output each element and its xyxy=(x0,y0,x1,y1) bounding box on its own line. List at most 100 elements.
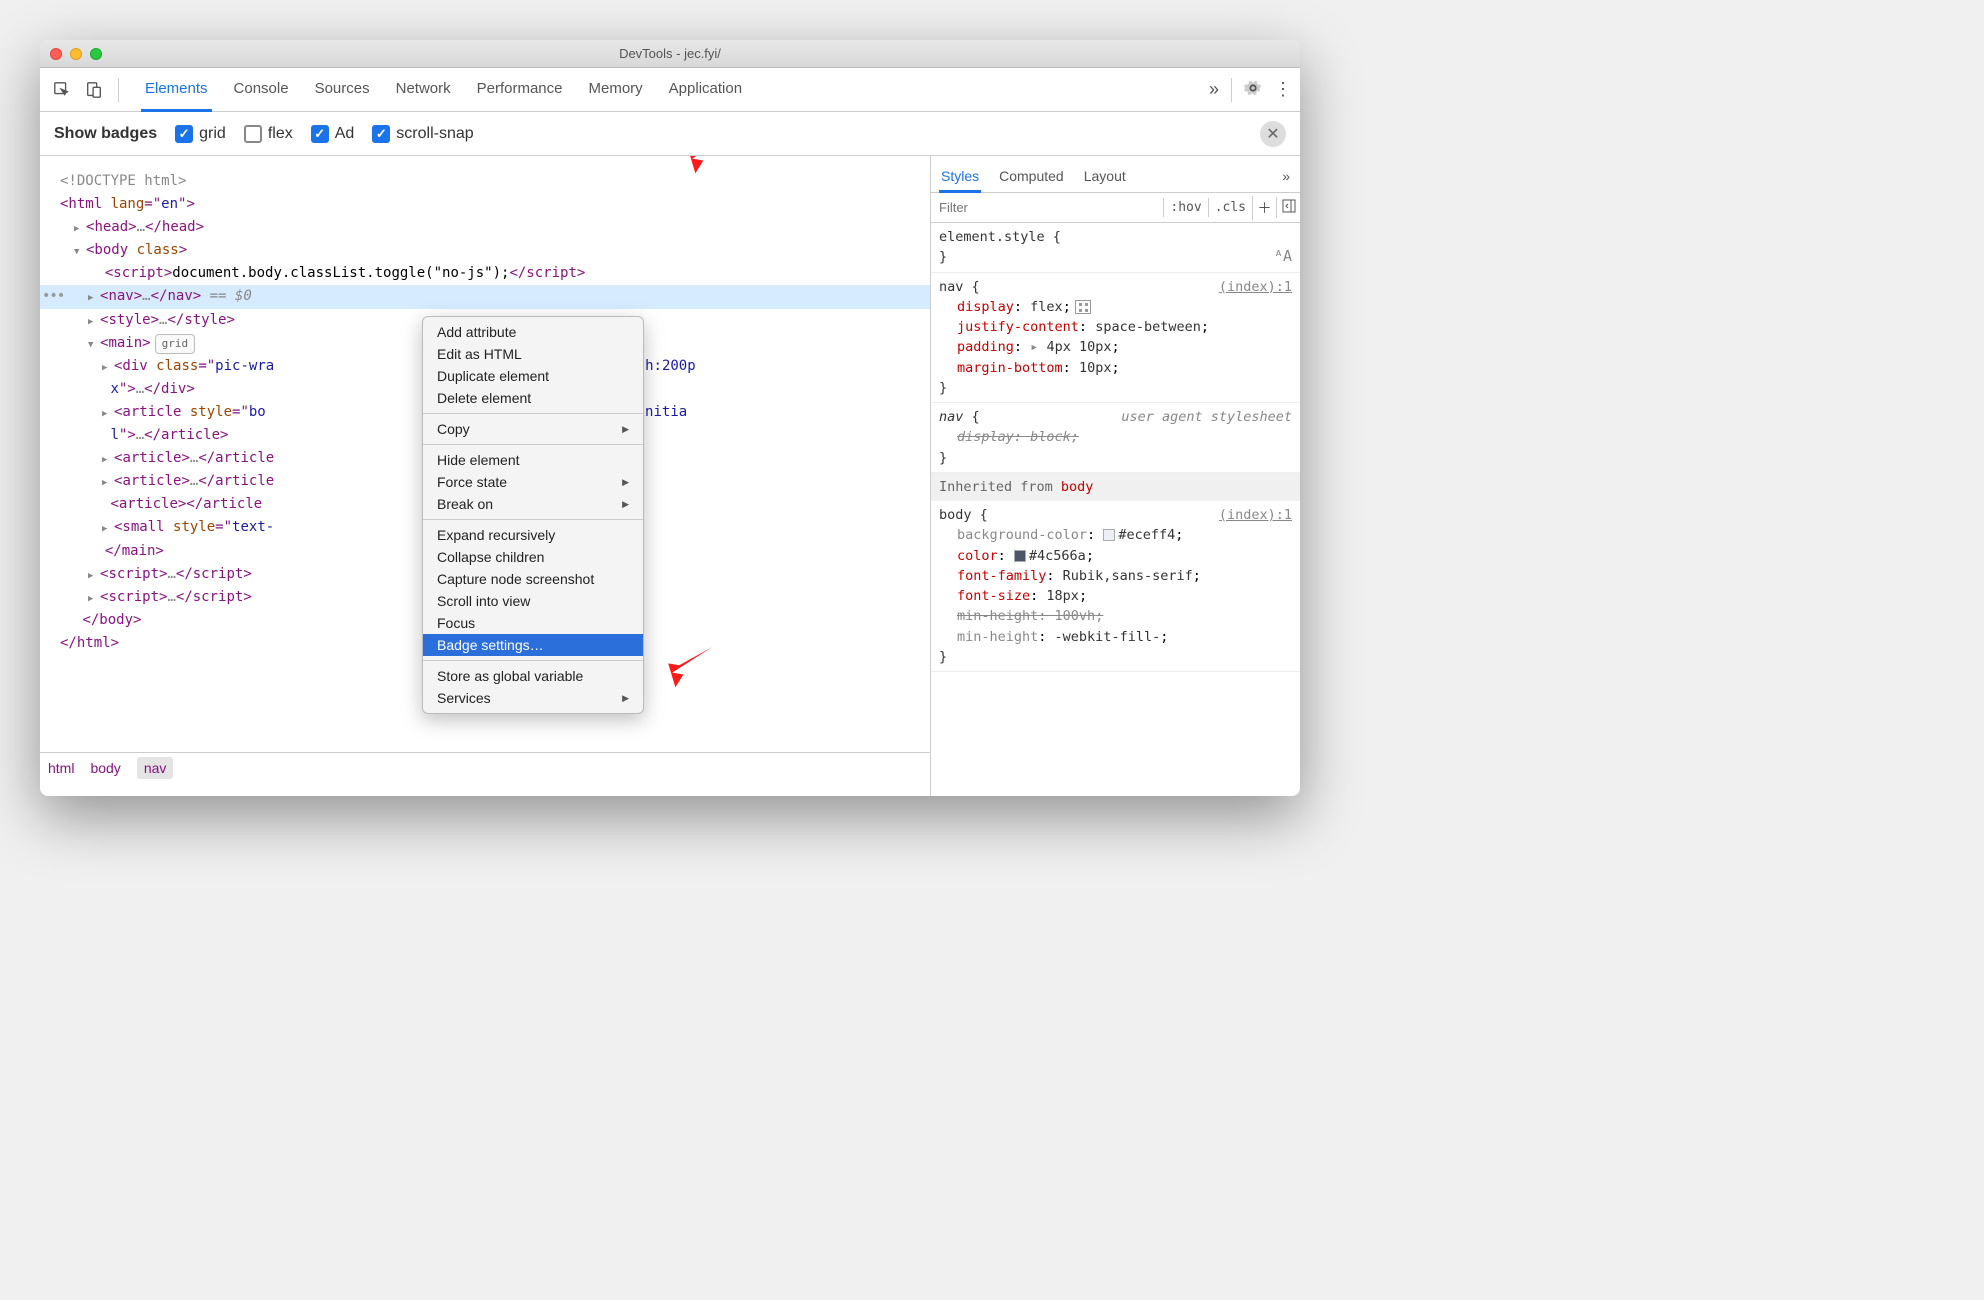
head-node[interactable]: <head>…</head> xyxy=(46,216,924,239)
styles-body[interactable]: element.style {ᴬA}(index):1nav {display:… xyxy=(931,223,1300,796)
script-node[interactable]: <script>document.body.classList.toggle("… xyxy=(46,262,924,285)
css-declaration[interactable]: display: block; xyxy=(939,427,1292,447)
menu-item-collapse-children[interactable]: Collapse children xyxy=(423,546,643,568)
css-rule[interactable]: (index):1nav {display: flex;justify-cont… xyxy=(931,273,1300,404)
badge-checkbox-scroll-snap[interactable]: scroll-snap xyxy=(372,125,473,143)
flex-editor-icon[interactable] xyxy=(1075,300,1091,314)
styles-tab-computed[interactable]: Computed xyxy=(997,162,1066,192)
styles-filter-input[interactable] xyxy=(931,196,1163,219)
menu-item-services[interactable]: Services xyxy=(423,687,643,709)
more-tabs-icon[interactable]: » xyxy=(1209,79,1219,100)
rule-source-link[interactable]: (index):1 xyxy=(1219,277,1292,297)
css-declaration[interactable]: padding: ▸ 4px 10px; xyxy=(939,337,1292,357)
hov-toggle[interactable]: :hov xyxy=(1163,198,1207,217)
menu-item-badge-settings[interactable]: Badge settings… xyxy=(423,634,643,656)
main-tabs: Elements Console Sources Network Performance… xyxy=(141,68,1205,111)
menu-separator xyxy=(423,444,643,445)
cls-toggle[interactable]: .cls xyxy=(1208,198,1252,217)
checkbox-icon[interactable] xyxy=(311,125,329,143)
elements-pane: <!DOCTYPE html> <html lang="en"> <head>…… xyxy=(40,156,930,796)
context-menu: Add attributeEdit as HTMLDuplicate eleme… xyxy=(422,316,644,714)
styles-tabs: Styles Computed Layout » xyxy=(931,156,1300,193)
css-declaration[interactable]: background-color: #eceff4; xyxy=(939,525,1292,545)
breadcrumb: html body nav xyxy=(40,752,930,782)
menu-item-scroll-into-view[interactable]: Scroll into view xyxy=(423,590,643,612)
gear-icon[interactable] xyxy=(1244,79,1262,100)
doctype: <!DOCTYPE html> xyxy=(60,173,186,189)
kebab-menu-icon[interactable]: ⋮ xyxy=(1274,79,1292,100)
menu-item-add-attribute[interactable]: Add attribute xyxy=(423,321,643,343)
device-toggle-icon[interactable] xyxy=(80,76,108,104)
css-declaration[interactable]: display: flex; xyxy=(939,297,1292,317)
menu-separator xyxy=(423,519,643,520)
inherited-header: Inherited from body xyxy=(931,473,1300,501)
menu-item-delete-element[interactable]: Delete element xyxy=(423,387,643,409)
menu-item-edit-as-html[interactable]: Edit as HTML xyxy=(423,343,643,365)
tab-application[interactable]: Application xyxy=(665,68,746,111)
element-style-rule[interactable]: element.style {ᴬA} xyxy=(931,223,1300,273)
menu-item-duplicate-element[interactable]: Duplicate element xyxy=(423,365,643,387)
menu-item-break-on[interactable]: Break on xyxy=(423,493,643,515)
color-swatch[interactable] xyxy=(1103,529,1115,541)
checkbox-icon[interactable] xyxy=(372,125,390,143)
css-declaration[interactable]: color: #4c566a; xyxy=(939,546,1292,566)
css-declaration[interactable]: font-family: Rubik,sans-serif; xyxy=(939,566,1292,586)
body-open[interactable]: <body class> xyxy=(46,239,924,262)
main-split: <!DOCTYPE html> <html lang="en"> <head>…… xyxy=(40,156,1300,796)
styles-tab-styles[interactable]: Styles xyxy=(939,162,981,193)
menu-item-capture-node-screenshot[interactable]: Capture node screenshot xyxy=(423,568,643,590)
tab-performance[interactable]: Performance xyxy=(473,68,567,111)
badge-settings-bar: Show badges grid flex Ad scroll-snap ✕ xyxy=(40,112,1300,156)
css-declaration[interactable]: margin-bottom: 10px; xyxy=(939,358,1292,378)
tab-elements[interactable]: Elements xyxy=(141,68,212,112)
menu-item-force-state[interactable]: Force state xyxy=(423,471,643,493)
menu-item-store-as-global-variable[interactable]: Store as global variable xyxy=(423,665,643,687)
new-style-rule-button[interactable]: ＋ xyxy=(1252,196,1276,220)
badge-checkbox-flex[interactable]: flex xyxy=(244,125,293,143)
styles-tab-layout[interactable]: Layout xyxy=(1082,162,1128,192)
css-rule[interactable]: user agent stylesheetnav {display: block… xyxy=(931,403,1300,473)
menu-item-focus[interactable]: Focus xyxy=(423,612,643,634)
breadcrumb-nav[interactable]: nav xyxy=(137,757,174,779)
main-toolbar: Elements Console Sources Network Performance… xyxy=(40,68,1300,112)
badge-checkbox-grid[interactable]: grid xyxy=(175,125,226,143)
checkbox-icon[interactable] xyxy=(244,125,262,143)
more-styles-tabs-icon[interactable]: » xyxy=(1280,162,1292,192)
menu-separator xyxy=(423,413,643,414)
breadcrumb-html[interactable]: html xyxy=(48,760,74,776)
tab-network[interactable]: Network xyxy=(392,68,455,111)
close-badge-bar-button[interactable]: ✕ xyxy=(1260,121,1286,147)
tab-memory[interactable]: Memory xyxy=(585,68,647,111)
color-swatch[interactable] xyxy=(1014,550,1026,562)
styles-pane: Styles Computed Layout » :hov .cls ＋ elemen… xyxy=(930,156,1300,796)
titlebar: DevTools - jec.fyi/ xyxy=(40,40,1300,68)
css-declaration[interactable]: font-size: 18px; xyxy=(939,586,1292,606)
menu-separator xyxy=(423,660,643,661)
css-rule[interactable]: (index):1body {background-color: #eceff4… xyxy=(931,501,1300,672)
breadcrumb-body[interactable]: body xyxy=(90,760,120,776)
inspect-icon[interactable] xyxy=(48,76,76,104)
tab-console[interactable]: Console xyxy=(230,68,293,111)
toggle-sidebar-icon[interactable] xyxy=(1276,197,1300,218)
devtools-window: DevTools - jec.fyi/ Elements Console Sourc… xyxy=(40,40,1300,796)
font-size-icon[interactable]: ᴬA xyxy=(1274,245,1292,268)
grid-badge[interactable]: grid xyxy=(155,334,196,354)
nav-node-selected[interactable]: <nav>…</nav> == $0 xyxy=(40,285,930,308)
checkbox-icon[interactable] xyxy=(175,125,193,143)
menu-item-copy[interactable]: Copy xyxy=(423,418,643,440)
window-title: DevTools - jec.fyi/ xyxy=(40,46,1300,61)
css-declaration[interactable]: min-height: 100vh; xyxy=(939,606,1292,626)
badge-checkbox-Ad[interactable]: Ad xyxy=(311,125,355,143)
tab-sources[interactable]: Sources xyxy=(311,68,374,111)
menu-item-hide-element[interactable]: Hide element xyxy=(423,449,643,471)
badge-label: flex xyxy=(268,125,293,143)
html-open[interactable]: <html lang="en"> xyxy=(46,193,924,216)
badge-bar-label: Show badges xyxy=(54,125,157,143)
menu-item-expand-recursively[interactable]: Expand recursively xyxy=(423,524,643,546)
rule-source-link[interactable]: (index):1 xyxy=(1219,505,1292,525)
css-declaration[interactable]: min-height: -webkit-fill-; xyxy=(939,627,1292,647)
css-declaration[interactable]: justify-content: space-between; xyxy=(939,317,1292,337)
badge-label: Ad xyxy=(335,125,355,143)
user-agent-label: user agent stylesheet xyxy=(1121,407,1292,427)
badge-label: scroll-snap xyxy=(396,125,473,143)
